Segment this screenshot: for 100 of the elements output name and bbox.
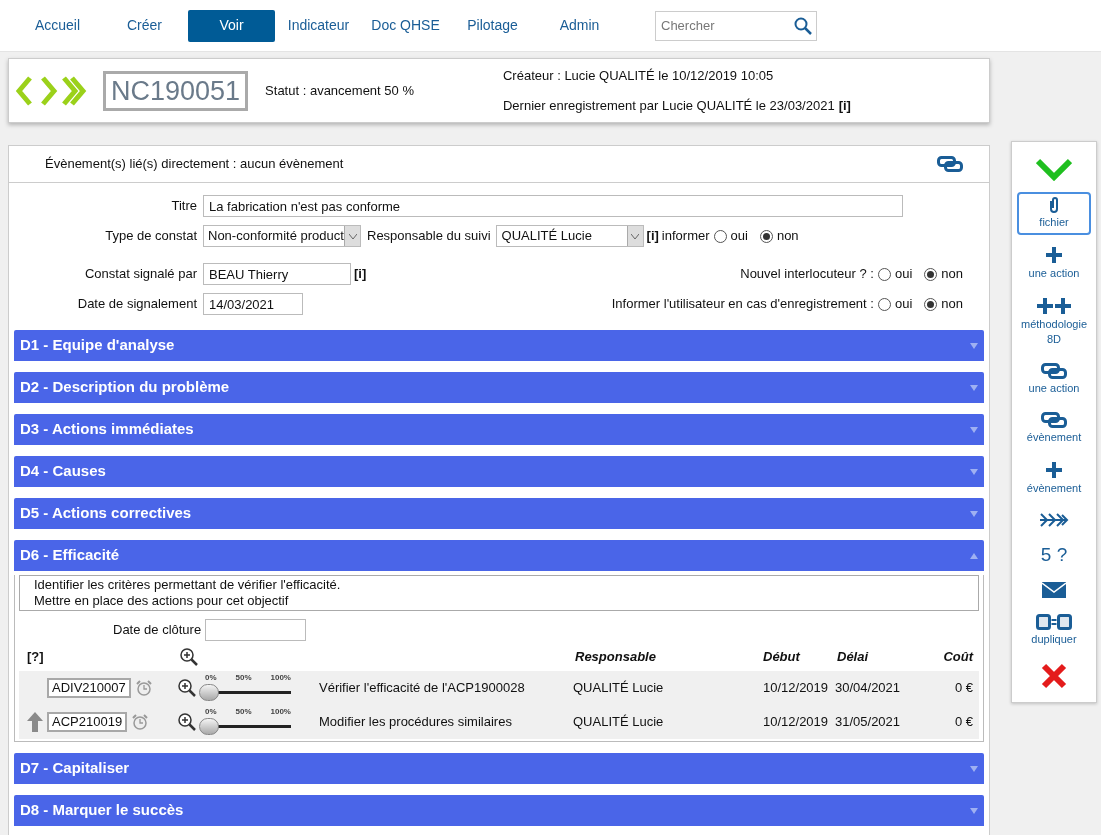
zoom-in-icon[interactable] xyxy=(179,647,199,667)
nav-tab[interactable]: Indicateur xyxy=(275,9,362,42)
radio-button[interactable] xyxy=(924,297,938,311)
description-line: Mettre en place des actions pour cet objectif xyxy=(34,593,290,609)
table-cell-text: QUALITÉ Lucie xyxy=(573,679,665,698)
section-header[interactable]: D1 - Equipe d'analyse xyxy=(14,330,984,361)
triple-arrow-icon xyxy=(1039,512,1069,528)
section-header[interactable]: D3 - Actions immédiates xyxy=(14,414,984,445)
table-cell-text: 10/12/2019 xyxy=(763,679,830,698)
table-cell-text: QUALITÉ Lucie xyxy=(573,713,665,732)
paperclip-icon xyxy=(1048,197,1060,213)
up-arrow-icon[interactable] xyxy=(27,712,43,732)
section-header[interactable]: D2 - Description du problème xyxy=(14,372,984,403)
zoom-in-icon[interactable] xyxy=(177,712,197,732)
dropdown-caret-icon xyxy=(631,233,640,239)
tick-label: 100% xyxy=(270,673,291,682)
info-link[interactable]: [i] xyxy=(354,264,367,284)
search-icon[interactable] xyxy=(794,16,812,35)
expand-caret-icon xyxy=(970,510,978,517)
linked-events-text: Évènement(s) lié(s) directement : aucun évènement xyxy=(45,155,345,174)
dropdown-caret-icon xyxy=(348,233,357,239)
responsible-select[interactable]: QUALITÉ Lucie xyxy=(495,225,644,247)
action-title: Modifier les procédures similaires xyxy=(318,713,513,732)
duplicate-icon xyxy=(1036,614,1072,630)
sidebar-action-button[interactable]: une action xyxy=(1017,241,1091,286)
radio-button[interactable] xyxy=(877,297,891,311)
field-label: Constat signalé par xyxy=(84,265,198,284)
plus-icon xyxy=(1045,461,1063,479)
sidebar-action-button[interactable]: dupliquer xyxy=(1017,609,1091,652)
tick-label: 0% xyxy=(205,707,217,716)
section-header[interactable]: D8 - Marquer le succès xyxy=(14,795,984,826)
collapse-caret-icon xyxy=(970,552,978,559)
radio-label: non xyxy=(941,265,963,284)
zoom-in-icon[interactable] xyxy=(177,678,197,698)
radio-label: non xyxy=(941,295,963,314)
close-icon xyxy=(1041,663,1067,689)
radio-button[interactable] xyxy=(713,229,727,243)
status-text: Statut : avancement 50 % xyxy=(265,81,414,100)
section-header[interactable]: D6 - Efficacité xyxy=(14,540,984,571)
nav-tab[interactable]: Admin xyxy=(536,9,623,42)
sidebar-action-button[interactable]: fichier xyxy=(1017,192,1091,235)
info-link[interactable]: [i] xyxy=(838,96,851,116)
field-label: Date de clôture xyxy=(113,621,202,640)
field-label: Informer l'utilisateur en cas d'enregistrement : xyxy=(611,295,874,314)
expand-caret-icon xyxy=(970,807,978,814)
description-line: Identifier les critères permettant de vérifier l'efficacité. xyxy=(34,577,342,593)
reporter-field[interactable]: BEAU Thierry xyxy=(203,263,351,285)
section-header[interactable]: D7 - Capitaliser xyxy=(14,753,984,784)
sidebar-action-button[interactable]: évènement xyxy=(1017,456,1091,501)
progress-slider[interactable]: 0% 50% 100% xyxy=(199,676,291,700)
nav-tab[interactable]: Voir xyxy=(188,9,275,42)
sidebar-action-button[interactable]: méthodologie 8D xyxy=(1017,292,1091,352)
info-link[interactable]: [i] xyxy=(646,226,659,246)
section-header[interactable]: D4 - Causes xyxy=(14,456,984,487)
field-label: Nouvel interlocuteur ? : xyxy=(740,265,874,284)
radio-label: non xyxy=(776,227,799,246)
tick-label: 50% xyxy=(235,707,252,716)
closing-date-field[interactable] xyxy=(205,619,307,641)
action-title: Vérifier l'efficacité de l'ACP1900028 xyxy=(318,679,526,698)
report-date-field[interactable]: 14/03/2021 xyxy=(203,293,303,315)
progress-slider[interactable]: 0% 50% 100% xyxy=(199,710,291,734)
column-header: Début xyxy=(763,648,802,667)
nav-tab[interactable]: Pilotage xyxy=(449,9,536,42)
expand-caret-icon xyxy=(970,342,978,349)
search-field[interactable]: Chercher xyxy=(655,10,817,41)
radio-button[interactable] xyxy=(759,229,773,243)
sidebar-action-button[interactable]: 5 ? xyxy=(1017,539,1091,571)
help-link[interactable]: [?] xyxy=(27,647,177,667)
record-code: NC190051 xyxy=(103,70,249,111)
section-header[interactable]: D5 - Actions correctives xyxy=(14,498,984,529)
table-cell-text: 30/04/2021 xyxy=(835,679,902,698)
nav-tab[interactable]: Accueil xyxy=(14,9,101,42)
radio-button[interactable] xyxy=(877,267,891,281)
link-icon xyxy=(1041,363,1067,379)
expand-caret-icon xyxy=(970,384,978,391)
last-save-text: Dernier enregistrement par Lucie QUALITÉ le 23/03/2021 xyxy=(502,97,835,115)
nav-tab[interactable]: Doc QHSE xyxy=(362,9,449,42)
nav-tab[interactable]: Créer xyxy=(101,9,188,42)
radio-button[interactable] xyxy=(924,267,938,281)
sidebar-action-button[interactable]: évènement xyxy=(1017,407,1091,450)
field-label: Responsable du suivi xyxy=(367,227,491,246)
type-select[interactable]: Non-conformité product xyxy=(203,225,361,247)
table-cell-text: 31/05/2021 xyxy=(835,713,902,732)
expand-caret-icon xyxy=(970,765,978,772)
sidebar-action-button[interactable]: une action xyxy=(1017,358,1091,401)
tick-label: 50% xyxy=(235,673,252,682)
creator-text: Créateur : Lucie QUALITÉ le 10/12/2019 10:05 xyxy=(502,66,775,85)
action-code[interactable]: ACP210019 xyxy=(47,712,128,732)
expand-caret-icon xyxy=(970,468,978,475)
table-cell-text: 0 € xyxy=(953,679,973,698)
title-field[interactable]: La fabrication n'est pas conforme xyxy=(203,195,903,217)
radio-label: oui xyxy=(894,295,913,314)
field-label: Date de signalement xyxy=(76,295,198,314)
column-header: Délai xyxy=(836,648,870,667)
tick-label: 0% xyxy=(205,673,217,682)
plus-icon xyxy=(1045,246,1063,264)
action-code[interactable]: ADIV210007 xyxy=(47,678,131,698)
column-header: Responsable xyxy=(574,648,657,667)
field-label: Type de constat xyxy=(104,227,198,246)
table-cell-text: 0 € xyxy=(953,713,973,732)
